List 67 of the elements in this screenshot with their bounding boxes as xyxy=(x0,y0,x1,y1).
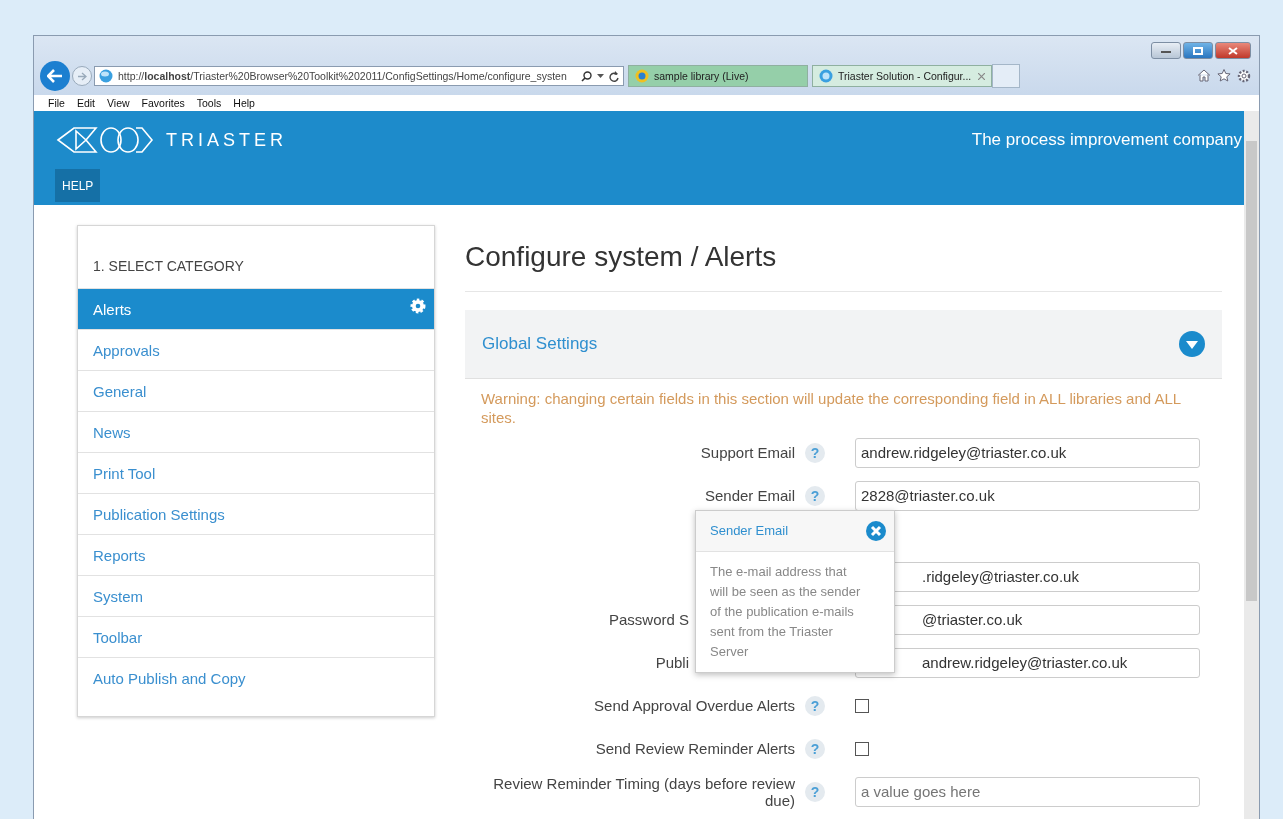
category-item[interactable]: Publication Settings xyxy=(78,493,434,534)
close-icon[interactable] xyxy=(978,72,985,80)
category-item[interactable]: Print Tool xyxy=(78,452,434,493)
address-bar[interactable]: http://localhost/Triaster%20Browser%20Toolkit%202011/ConfigSettings/Home/configure_systen xyxy=(94,66,624,86)
input-field[interactable]: andrew.ridgeley@triaster.co.uk xyxy=(855,437,1200,468)
field-label: Review Reminder Timing (days before review due) xyxy=(493,774,795,809)
tagline: The process improvement company xyxy=(971,130,1243,150)
menu-item[interactable]: Edit xyxy=(76,97,95,109)
category-item[interactable]: Auto Publish and Copy xyxy=(78,657,434,698)
browser-tab[interactable]: Triaster Solution - Configur... xyxy=(812,65,992,87)
category-item[interactable]: Approvals xyxy=(78,329,434,370)
minimize-button[interactable] xyxy=(1151,42,1181,59)
nav-link[interactable]: HELP xyxy=(55,169,101,202)
scrollbar[interactable] xyxy=(1244,111,1259,819)
globe-icon xyxy=(635,69,649,83)
accordion-header[interactable]: Global Settings xyxy=(465,310,1222,379)
field-label: Support Email xyxy=(700,444,795,461)
menu-item[interactable]: View xyxy=(107,97,130,109)
globe-icon xyxy=(819,69,833,83)
category-item[interactable]: General xyxy=(78,370,434,411)
popover-title: Sender Email xyxy=(710,523,789,538)
close-icon[interactable] xyxy=(866,520,886,541)
star-icon[interactable] xyxy=(1217,69,1231,82)
input-field[interactable]: a value goes here xyxy=(855,776,1200,807)
category-item[interactable]: Toolbar xyxy=(78,616,434,657)
refresh-icon[interactable] xyxy=(609,70,619,82)
help-button[interactable]: ? xyxy=(805,781,825,802)
input-field[interactable]: 2828@triaster.co.uk xyxy=(855,480,1200,511)
arrow-left-icon xyxy=(47,69,63,83)
field-label: Sender Email xyxy=(704,487,795,504)
page-title: Configure system / Alerts xyxy=(465,241,1222,292)
menu-item[interactable]: Help xyxy=(233,97,255,109)
home-icon[interactable] xyxy=(1197,69,1211,82)
dropdown-icon[interactable] xyxy=(597,74,604,78)
field-label: Send Approval Overdue Alerts xyxy=(594,697,795,714)
checkbox[interactable] xyxy=(855,698,869,713)
logo-icon xyxy=(56,125,156,155)
arrow-right-icon xyxy=(77,71,87,81)
brand-name: TRIASTER xyxy=(166,129,287,151)
browser-tab[interactable]: sample library (Live) xyxy=(628,65,808,87)
menu-item[interactable]: Tools xyxy=(196,97,222,109)
search-icon[interactable] xyxy=(581,70,592,82)
field-label: Password S xyxy=(608,611,689,628)
maximize-icon xyxy=(1193,46,1203,55)
globe-icon xyxy=(99,69,113,83)
category-item[interactable]: System xyxy=(78,575,434,616)
category-item[interactable]: News xyxy=(78,411,434,452)
help-button[interactable]: ? xyxy=(805,738,825,759)
checkbox[interactable] xyxy=(855,741,869,756)
field-label: Publi xyxy=(655,654,689,671)
close-button[interactable] xyxy=(1215,42,1251,59)
menu-item[interactable]: Favorites xyxy=(141,97,185,109)
close-icon xyxy=(1228,46,1238,55)
help-button[interactable]: ? xyxy=(805,442,825,463)
chevron-icon[interactable] xyxy=(1179,331,1205,357)
card-heading: 1. SELECT CATEGORY xyxy=(92,257,245,276)
settings-icon[interactable] xyxy=(1237,69,1251,83)
maximize-button[interactable] xyxy=(1183,42,1213,59)
menu-item[interactable]: File xyxy=(48,97,65,109)
input-field[interactable]: andrew.ridgeley@triaster.co.uk xyxy=(855,647,1200,678)
help-button[interactable]: ? xyxy=(805,485,825,506)
category-item[interactable]: Alerts xyxy=(78,288,434,329)
back-button[interactable] xyxy=(40,61,70,91)
warning-message: Warning: changing certain fields in this section will update the corresponding field in ALL libraries and ALL sites. xyxy=(481,389,1182,427)
field-label: Send Review Reminder Alerts xyxy=(595,740,795,757)
category-item[interactable]: Reports xyxy=(78,534,434,575)
help-button[interactable]: ? xyxy=(805,695,825,716)
